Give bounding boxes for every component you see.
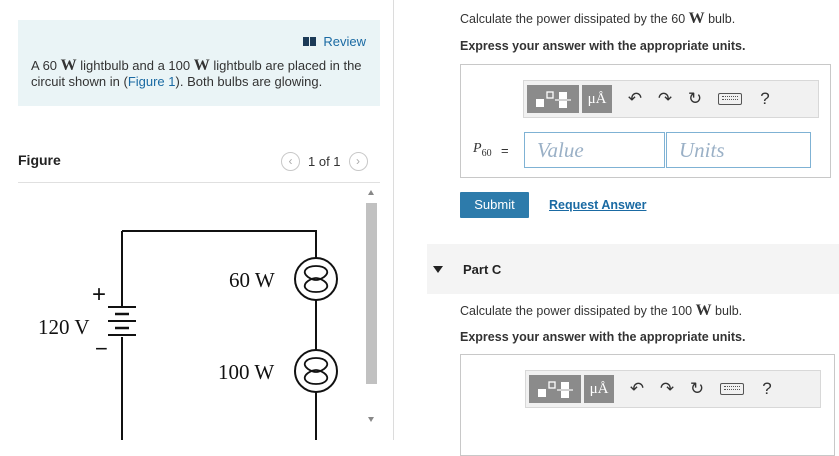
part-b-question: Calculate the power dissipated by the 60… — [460, 10, 735, 28]
question-text: bulb. — [711, 304, 743, 318]
battery-symbol — [108, 306, 136, 336]
collapse-caret-icon[interactable] — [433, 266, 443, 273]
prev-figure-button[interactable]: ‹ — [281, 152, 300, 171]
part-b-answer-box: μÅ ↶ ↷ ↻ ? P60 = Value Units — [460, 64, 831, 178]
keyboard-icon — [720, 383, 744, 395]
scroll-thumb[interactable] — [366, 203, 377, 384]
help-icon[interactable]: ? — [750, 85, 780, 113]
math-toolbar: μÅ ↶ ↷ ↻ ? — [523, 80, 819, 118]
review-label[interactable]: Review — [323, 34, 366, 49]
value-input[interactable]: Value — [524, 132, 665, 168]
bulb-100w-label: 100 W — [218, 360, 274, 384]
review-link[interactable]: Review — [303, 34, 366, 49]
redo-icon[interactable]: ↷ — [652, 375, 682, 403]
templates-button[interactable] — [529, 375, 581, 403]
figure-heading: Figure — [18, 152, 61, 168]
templates-button[interactable] — [527, 85, 579, 113]
unit-w: W — [695, 302, 712, 319]
reset-icon[interactable]: ↻ — [680, 85, 710, 113]
units-button[interactable]: μÅ — [582, 85, 612, 113]
problem-intro: Review A 60 W lightbulb and a 100 W ligh… — [18, 20, 380, 106]
variable-label: P60 — [473, 141, 492, 159]
redo-icon[interactable]: ↷ — [650, 85, 680, 113]
unit-w: W — [688, 10, 705, 27]
figure-page-indicator: 1 of 1 — [308, 154, 341, 169]
math-toolbar: μÅ ↶ ↷ ↻ ? — [525, 370, 821, 408]
scroll-down-arrow-icon[interactable] — [368, 417, 374, 422]
unit-w: W — [60, 57, 77, 74]
question-text: Calculate the power dissipated by the 10… — [460, 304, 696, 318]
variable-subscript: 60 — [481, 147, 492, 159]
undo-icon[interactable]: ↶ — [622, 375, 652, 403]
keyboard-button[interactable] — [712, 375, 752, 403]
problem-text: A 60 W lightbulb and a 100 W lightbulb a… — [31, 58, 371, 90]
template-icon — [538, 381, 573, 398]
part-c-header[interactable]: Part C — [427, 244, 839, 294]
part-c-question: Calculate the power dissipated by the 10… — [460, 302, 742, 320]
help-icon[interactable]: ? — [752, 375, 782, 403]
next-figure-button[interactable]: › — [348, 152, 368, 171]
question-text: bulb. — [704, 12, 736, 26]
template-icon — [536, 91, 571, 108]
panel-divider — [393, 0, 394, 440]
battery-plus-sign: + — [92, 281, 106, 308]
bulb-100w — [294, 349, 338, 393]
part-c-answer-box: μÅ ↶ ↷ ↻ ? — [460, 354, 835, 456]
figure-link[interactable]: Figure 1 — [128, 74, 176, 89]
unit-w: W — [193, 57, 210, 74]
divider — [18, 182, 380, 183]
keyboard-button[interactable] — [710, 85, 750, 113]
figure-pager: ‹ 1 of 1 › — [281, 152, 368, 171]
book-icon — [303, 37, 317, 46]
bulb-60w — [294, 257, 338, 301]
part-c-title: Part C — [463, 262, 502, 277]
request-answer-link[interactable]: Request Answer — [549, 198, 646, 212]
intro-text-part: A 60 — [31, 58, 61, 73]
submit-button[interactable]: Submit — [460, 192, 529, 218]
battery-minus-sign: − — [95, 336, 108, 361]
top-wire — [122, 230, 317, 258]
units-button[interactable]: μÅ — [584, 375, 614, 403]
circuit-diagram: 60 W 100 W 120 V + − — [38, 230, 338, 440]
part-b-instructions: Express your answer with the appropriate… — [460, 39, 746, 53]
units-input[interactable]: Units — [666, 132, 811, 168]
intro-text-part: ). Both bulbs are glowing. — [175, 74, 323, 89]
part-c-instructions: Express your answer with the appropriate… — [460, 330, 746, 344]
question-text: Calculate the power dissipated by the 60 — [460, 12, 689, 26]
equals-sign: = — [501, 143, 509, 158]
scroll-up-arrow-icon[interactable] — [368, 190, 374, 195]
figure-scrollbar[interactable] — [365, 188, 378, 434]
variable-symbol: P — [473, 141, 482, 156]
keyboard-icon — [718, 93, 742, 105]
intro-text-part: lightbulb and a 100 — [76, 58, 194, 73]
bulb-60w-label: 60 W — [229, 268, 275, 292]
reset-icon[interactable]: ↻ — [682, 375, 712, 403]
undo-icon[interactable]: ↶ — [620, 85, 650, 113]
battery-voltage-label: 120 V — [38, 315, 90, 339]
